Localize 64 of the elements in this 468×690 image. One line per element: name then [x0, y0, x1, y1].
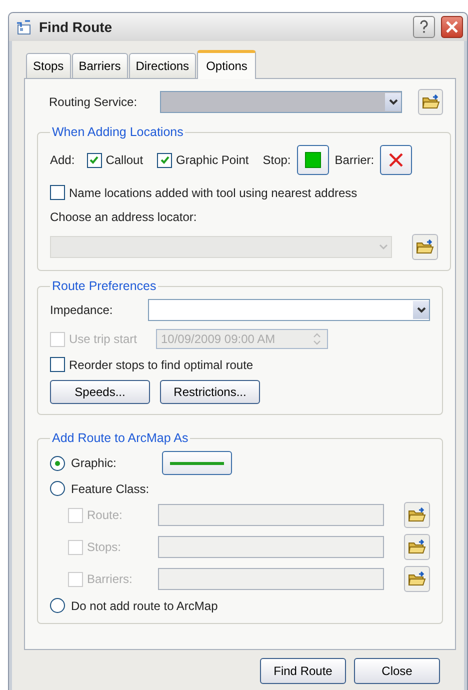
dialog-button[interactable]: Close [354, 658, 440, 684]
dialog-button[interactable]: Restrictions... [160, 380, 260, 404]
checkbox-label: Route: [87, 508, 122, 522]
square-icon [304, 152, 321, 168]
tab[interactable]: Directions [128, 53, 196, 78]
help-button[interactable] [413, 16, 435, 38]
browse-button[interactable] [418, 89, 443, 115]
dialog-button[interactable]: Find Route [260, 658, 346, 684]
impedance-dropdown[interactable] [148, 299, 430, 321]
checkbox-label: Graphic Point [176, 153, 249, 167]
field-label: Choose an address locator: [50, 210, 197, 224]
field-label: Barrier: [334, 153, 374, 167]
radio-button[interactable] [50, 481, 65, 496]
dialog-button[interactable]: Speeds... [50, 380, 150, 404]
check-icon [160, 155, 170, 165]
checkbox[interactable] [157, 152, 172, 168]
browse-button[interactable] [404, 534, 430, 560]
folder-icon [416, 239, 434, 255]
folder-icon [408, 571, 426, 587]
tab[interactable]: Barriers [72, 53, 128, 78]
barrier-symbol-button[interactable] [380, 145, 412, 175]
browse-button[interactable] [404, 566, 430, 592]
radio-button[interactable] [50, 598, 65, 613]
checkbox[interactable] [86, 152, 102, 168]
checkbox-label: Reorder stops to find optimal route [69, 358, 254, 372]
input-field[interactable] [158, 504, 384, 526]
folder-icon [408, 539, 426, 555]
check-icon [89, 155, 100, 165]
checkbox-label: Name locations added with tool using nearest address [69, 186, 358, 200]
help-icon [419, 20, 429, 34]
group-title: Route Preferences [51, 279, 158, 293]
window-title: Find Route [39, 19, 112, 35]
folder-icon [422, 94, 440, 110]
line-symbol-button[interactable] [162, 451, 232, 475]
field-label: Routing Service: [49, 95, 138, 109]
stop-symbol-button[interactable] [296, 145, 329, 175]
checkbox-label: Barriers: [87, 572, 132, 586]
input-field[interactable] [158, 536, 384, 558]
group-title: When Adding Locations [51, 125, 184, 139]
field-label: Stop: [262, 153, 291, 167]
field-label: Impedance: [50, 303, 114, 317]
field-label: Add: [50, 153, 75, 167]
radio-label: Graphic: [71, 456, 116, 470]
tab[interactable]: Stops [26, 53, 71, 78]
browse-button[interactable] [412, 234, 438, 260]
group-title: Add Route to ArcMap As [51, 431, 190, 445]
cross-icon [388, 152, 404, 168]
line-icon [170, 462, 224, 464]
browse-button[interactable] [404, 502, 430, 528]
checkbox-label: Use trip start [69, 332, 138, 346]
checkbox[interactable] [50, 357, 65, 372]
radio-label: Do not add route to ArcMap [71, 598, 218, 612]
input-field[interactable] [158, 568, 384, 590]
spinner-icon [313, 332, 321, 346]
checkbox-label: Callout [106, 153, 144, 167]
route-icon [15, 19, 33, 35]
tab[interactable]: Options [197, 50, 256, 79]
folder-icon [408, 507, 426, 523]
radio-button[interactable] [50, 456, 65, 470]
close-icon [446, 21, 458, 33]
checkbox-label: Stops: [87, 540, 122, 554]
close-button[interactable] [441, 16, 463, 38]
checkbox[interactable] [50, 185, 65, 200]
radio-label: Feature Class: [71, 482, 150, 496]
